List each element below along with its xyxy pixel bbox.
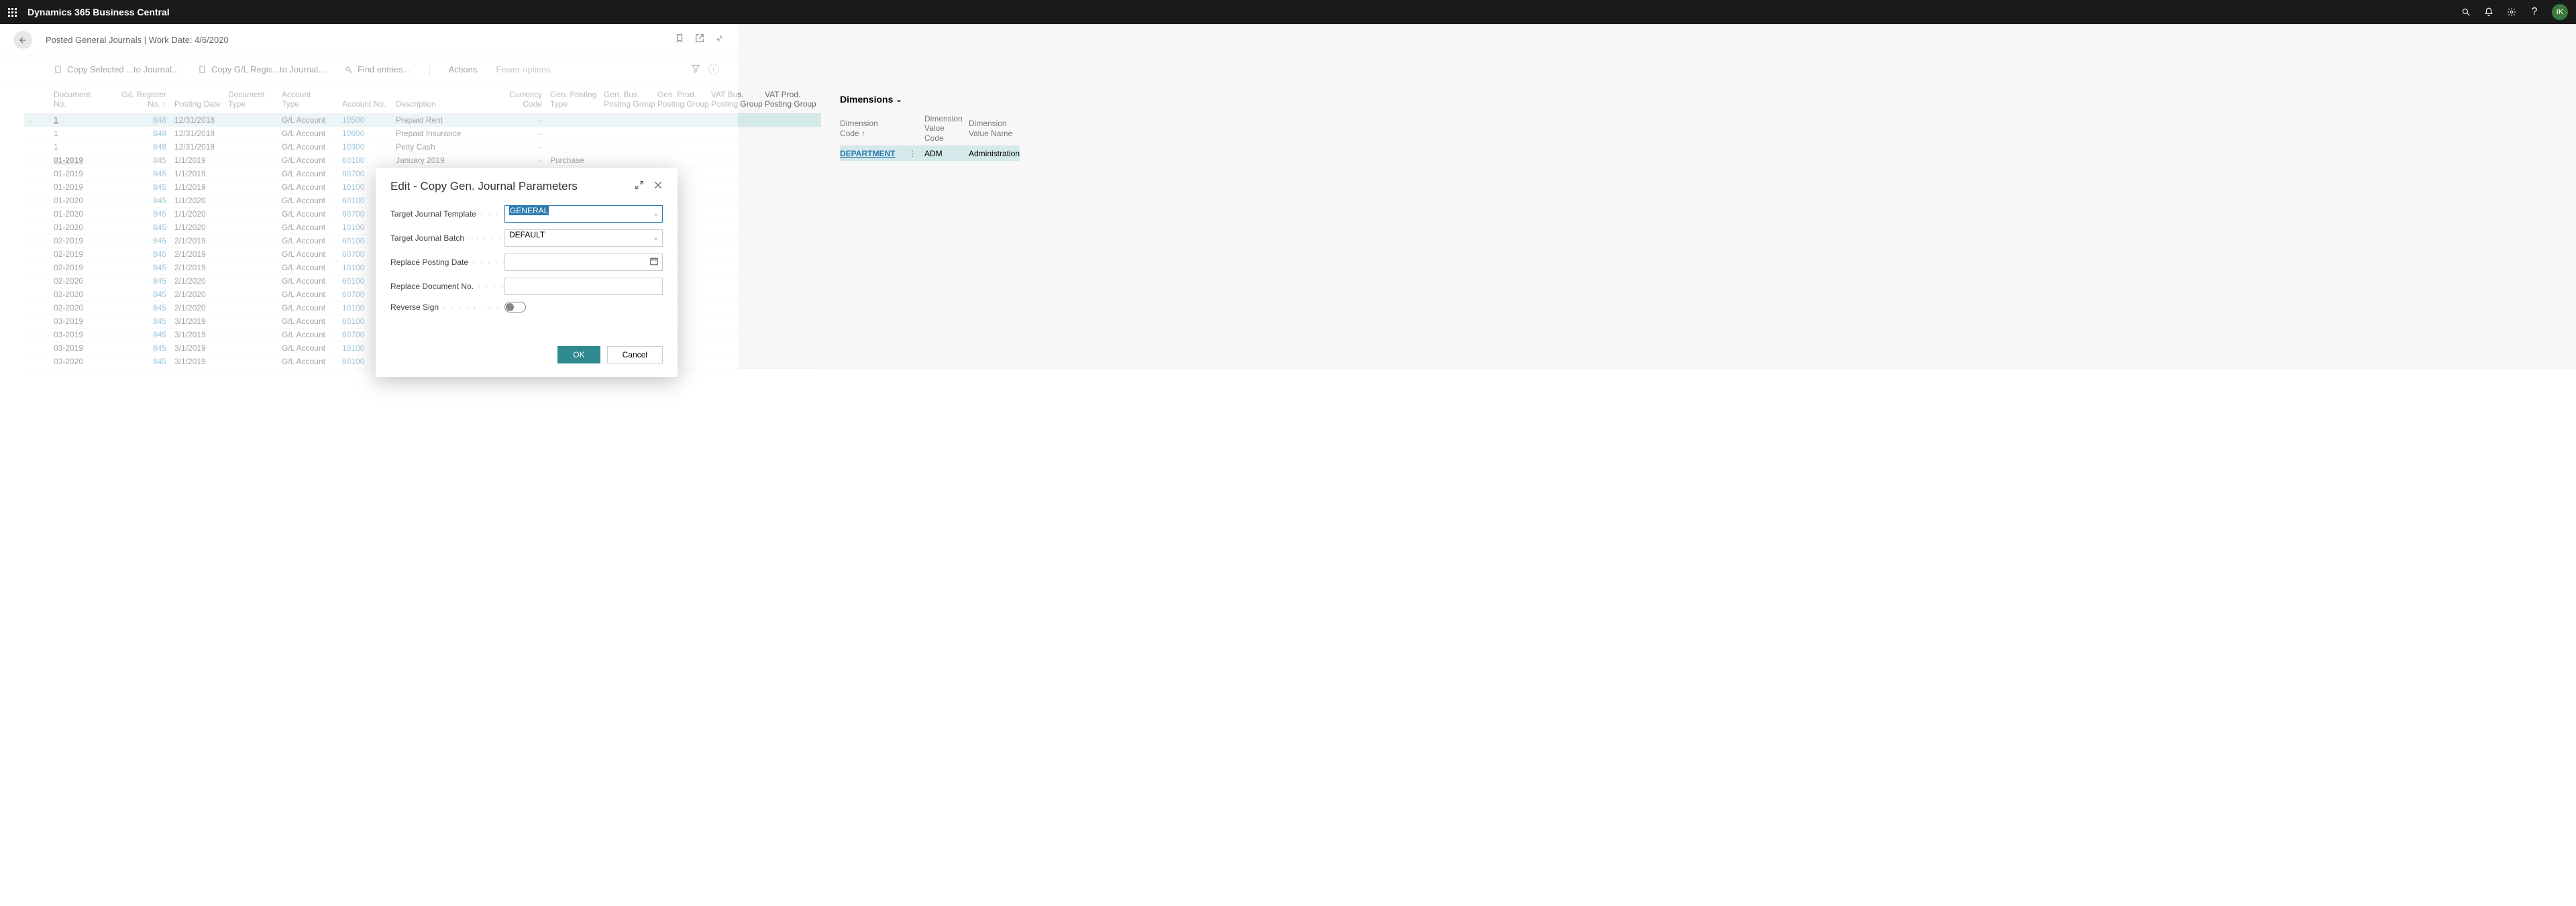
col-gen-posting-type[interactable]: Gen. Posting Type <box>550 90 604 109</box>
topbar: Dynamics 365 Business Central ? IK <box>0 0 2576 24</box>
table-row[interactable]: 01-20198451/1/2019G/L Account60100Januar… <box>24 154 821 168</box>
posting-date-label: Replace Posting Date <box>390 258 504 267</box>
reverse-label: Reverse Sign <box>390 302 504 312</box>
dialog-title: Edit - Copy Gen. Journal Parameters <box>390 180 578 193</box>
chevron-down-icon: ⌄ <box>896 95 902 104</box>
dim-col-name[interactable]: Dimension Value Name <box>969 119 1020 138</box>
dimensions-factbox: Dimensions⌄ Dimension Code ↑ Dimension V… <box>821 83 1026 369</box>
col-currency[interactable]: Currency Code <box>496 90 550 109</box>
copy-selected-button[interactable]: Copy Selected ...to Journal... <box>54 64 179 74</box>
col-gen-bus[interactable]: Gen. Bus. Posting Group <box>604 90 657 109</box>
bookmark-icon[interactable] <box>675 34 684 46</box>
copy-journal-dialog: Edit - Copy Gen. Journal Parameters Targ… <box>376 168 678 377</box>
actions-menu[interactable]: Actions <box>449 64 478 74</box>
breadcrumb-bar: Posted General Journals | Work Date: 4/6… <box>0 24 738 56</box>
calendar-icon[interactable] <box>649 257 659 268</box>
docno-label: Replace Document No. <box>390 282 504 291</box>
col-gen-prod[interactable]: Gen. Prod. Posting Group <box>657 90 711 109</box>
dim-code-link[interactable]: DEPARTMENT <box>840 149 900 158</box>
dim-value: ADM <box>924 149 965 158</box>
posting-date-input[interactable] <box>504 253 663 271</box>
search-icon[interactable] <box>2461 7 2471 17</box>
copy-register-button[interactable]: Copy G/L Regis...to Journal... <box>198 64 325 74</box>
filter-icon[interactable] <box>691 64 700 75</box>
table-row[interactable]: → ⋮184812/31/2018G/L Account10500Prepaid… <box>24 114 821 127</box>
col-doc-no[interactable]: Document No. <box>54 90 121 109</box>
dim-name: Administration <box>969 149 1020 158</box>
collapse-icon[interactable] <box>715 34 724 46</box>
col-description[interactable]: Description <box>396 99 496 109</box>
col-vat-bus[interactable]: VAT Bus. Posting Group <box>711 90 765 109</box>
col-posting-date[interactable]: Posting Date <box>174 99 228 109</box>
back-button[interactable] <box>13 31 32 50</box>
reverse-sign-toggle[interactable] <box>504 302 526 313</box>
brand-title: Dynamics 365 Business Central <box>28 7 170 17</box>
dimensions-title[interactable]: Dimensions⌄ <box>840 94 1020 105</box>
template-input[interactable]: GENERAL <box>504 205 663 223</box>
ok-button[interactable]: OK <box>557 346 600 363</box>
app-launcher-icon[interactable] <box>8 8 17 17</box>
table-row[interactable]: 184812/31/2018G/L Account10600Prepaid In… <box>24 127 821 141</box>
dim-col-value[interactable]: Dimension Value Code <box>924 114 965 143</box>
grid-header: Document No. G/L Register No. ↑ Posting … <box>24 86 821 114</box>
find-entries-button[interactable]: Find entries... <box>344 64 411 74</box>
template-label: Target Journal Template <box>390 209 504 219</box>
help-icon[interactable]: ? <box>2529 7 2540 17</box>
docno-input[interactable] <box>504 278 663 295</box>
col-gl-register[interactable]: G/L Register No. ↑ <box>121 90 174 109</box>
fewer-options-button[interactable]: Fewer options <box>496 64 551 74</box>
batch-input[interactable]: DEFAULT <box>504 229 663 247</box>
expand-icon[interactable] <box>635 180 644 193</box>
table-row[interactable]: 184812/31/2018G/L Account10300Petty Cash… <box>24 141 821 154</box>
avatar[interactable]: IK <box>2552 4 2568 20</box>
breadcrumb: Posted General Journals | Work Date: 4/6… <box>46 35 229 45</box>
dimension-row[interactable]: DEPARTMENT ⋮ ADM Administration <box>840 146 1020 162</box>
gear-icon[interactable] <box>2506 7 2517 17</box>
toolbar: Copy Selected ...to Journal... Copy G/L … <box>0 56 738 83</box>
bell-icon[interactable] <box>2483 7 2494 17</box>
cancel-button[interactable]: Cancel <box>607 346 663 363</box>
popout-icon[interactable] <box>695 34 704 46</box>
col-acct-no[interactable]: Account No. <box>342 99 396 109</box>
info-icon[interactable]: i <box>708 64 719 74</box>
col-doc-type[interactable]: Document Type <box>228 90 282 109</box>
col-vat-prod[interactable]: VAT Prod. Posting Group <box>765 90 818 109</box>
row-menu-icon[interactable]: ⋮ <box>904 149 920 158</box>
close-icon[interactable] <box>653 180 663 193</box>
col-acct-type[interactable]: Account Type <box>282 90 342 109</box>
dim-col-code[interactable]: Dimension Code ↑ <box>840 119 900 138</box>
batch-label: Target Journal Batch <box>390 233 504 243</box>
